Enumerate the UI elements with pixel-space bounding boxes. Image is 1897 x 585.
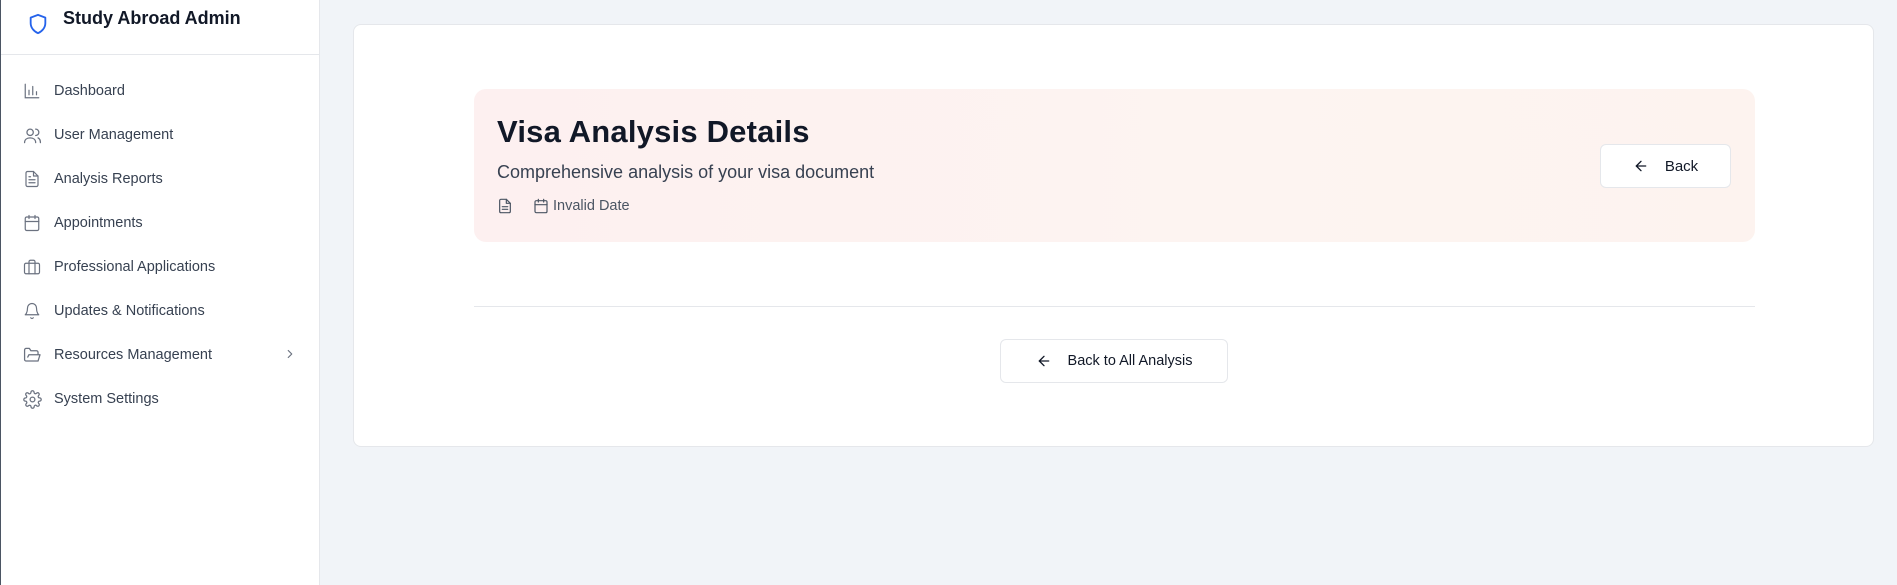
document-meta: Invalid Date	[497, 198, 630, 214]
sidebar: Study Abroad Admin Dashboard User Manage…	[0, 0, 320, 585]
sidebar-item-label: Analysis Reports	[54, 171, 163, 187]
shield-icon	[27, 12, 49, 36]
brand-header: Study Abroad Admin	[1, 0, 319, 55]
file-text-icon	[22, 169, 42, 189]
sidebar-item-label: Updates & Notifications	[54, 303, 205, 319]
arrow-left-icon	[1633, 158, 1649, 174]
sidebar-item-appointments[interactable]: Appointments	[1, 201, 319, 245]
sidebar-item-system-settings[interactable]: System Settings	[1, 377, 319, 421]
back-button[interactable]: Back	[1600, 144, 1731, 188]
sidebar-item-label: Dashboard	[54, 83, 125, 99]
sidebar-item-user-management[interactable]: User Management	[1, 113, 319, 157]
users-icon	[22, 125, 42, 145]
folder-open-icon	[22, 345, 42, 365]
document-icon	[497, 198, 513, 214]
sidebar-item-analysis-reports[interactable]: Analysis Reports	[1, 157, 319, 201]
briefcase-icon	[22, 257, 42, 277]
sidebar-item-label: Professional Applications	[54, 259, 216, 275]
page-title: Visa Analysis Details	[497, 114, 810, 149]
bell-icon	[22, 301, 42, 321]
main-content-card: Visa Analysis Details Comprehensive anal…	[353, 24, 1874, 447]
sidebar-item-updates-notifications[interactable]: Updates & Notifications	[1, 289, 319, 333]
bar-chart-icon	[22, 81, 42, 101]
sidebar-item-label: Appointments	[54, 215, 143, 231]
sidebar-item-label: Resources Management	[54, 347, 212, 363]
calendar-icon	[533, 198, 549, 214]
gear-icon	[22, 389, 42, 409]
sidebar-item-professional-applications[interactable]: Professional Applications	[1, 245, 319, 289]
sidebar-item-resources-management[interactable]: Resources Management	[1, 333, 319, 377]
sidebar-item-label: System Settings	[54, 391, 159, 407]
sidebar-item-label: User Management	[54, 127, 174, 143]
section-divider	[474, 306, 1755, 307]
visa-analysis-header: Visa Analysis Details Comprehensive anal…	[474, 89, 1755, 242]
back-to-all-analysis-button[interactable]: Back to All Analysis	[1000, 339, 1228, 383]
arrow-left-icon	[1036, 353, 1052, 369]
app-title: Study Abroad Admin	[63, 8, 241, 28]
sidebar-item-dashboard[interactable]: Dashboard	[1, 69, 319, 113]
sidebar-nav: Dashboard User Management Analysis Repor…	[1, 55, 319, 421]
calendar-icon	[22, 213, 42, 233]
analysis-date: Invalid Date	[553, 198, 630, 214]
back-to-all-analysis-label: Back to All Analysis	[1067, 353, 1193, 369]
back-button-label: Back	[1664, 157, 1699, 175]
chevron-right-icon[interactable]	[283, 347, 297, 361]
page-subtitle: Comprehensive analysis of your visa docu…	[497, 162, 875, 182]
